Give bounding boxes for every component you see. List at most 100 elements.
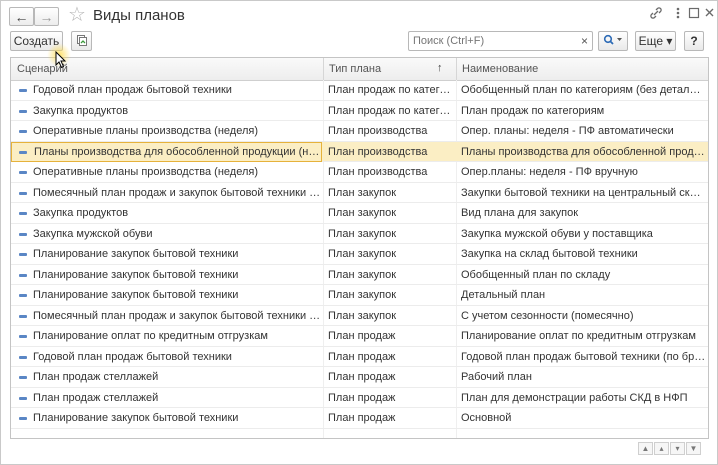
star-icon[interactable]: ☆ bbox=[68, 4, 86, 26]
cell-scenario: Годовой план продаж бытовой техники bbox=[33, 350, 232, 363]
table-row[interactable]: Годовой план продаж бытовой техники План … bbox=[11, 80, 708, 101]
cell-scenario: Помесячный план продаж и закупок бытовой… bbox=[33, 309, 321, 322]
clear-search-icon[interactable]: × bbox=[581, 34, 588, 48]
find-button[interactable] bbox=[598, 31, 628, 51]
cell-name: Обобщенный план по категориям (без детал… bbox=[461, 84, 706, 96]
more-button-label: Еще ▾ bbox=[638, 34, 673, 48]
last-page-button[interactable]: ▼ bbox=[686, 442, 701, 455]
cell-name: Планы производства для обособленной прод… bbox=[461, 145, 706, 158]
search-input[interactable] bbox=[411, 33, 575, 49]
row-item-icon bbox=[19, 89, 27, 92]
table-row[interactable]: Планирование закупок бытовой техники План… bbox=[11, 265, 708, 285]
arrow-right-icon: → bbox=[39, 8, 54, 25]
cell-plan-type: План закупок bbox=[328, 207, 397, 219]
cell-scenario: План продаж стеллажей bbox=[33, 371, 159, 383]
cell-plan-type: План закупок bbox=[328, 186, 397, 199]
cell-scenario: Планирование закупок бытовой техники bbox=[33, 268, 239, 281]
table-row[interactable]: Оперативные планы производства (неделя) П… bbox=[11, 121, 708, 142]
cell-plan-type: План закупок bbox=[328, 268, 397, 281]
cell-name: Обобщенный план по складу bbox=[461, 268, 611, 281]
row-item-icon bbox=[19, 253, 27, 256]
cell-name: Вид плана для закупок bbox=[461, 207, 579, 219]
cell-plan-type: План производства bbox=[328, 166, 428, 178]
cell-scenario: Планирование закупок бытовой техники bbox=[33, 412, 239, 424]
more-button[interactable]: Еще ▾ bbox=[635, 31, 676, 51]
first-page-icon: ▲ bbox=[641, 443, 650, 453]
cell-scenario: Оперативные планы производства (неделя) bbox=[33, 125, 258, 137]
next-page-button[interactable]: ▾ bbox=[670, 442, 685, 455]
table-row[interactable]: Помесячный план продаж и закупок бытовой… bbox=[11, 183, 708, 203]
last-page-icon: ▼ bbox=[689, 443, 698, 453]
title-bar: ← → ☆ Виды планов bbox=[1, 1, 717, 31]
back-button[interactable]: ← bbox=[9, 7, 34, 26]
row-item-icon bbox=[19, 232, 27, 236]
copy-button[interactable] bbox=[71, 31, 92, 51]
cell-name: Детальный план bbox=[461, 289, 546, 301]
forward-button[interactable]: → bbox=[34, 7, 59, 26]
cell-plan-type: План продаж bbox=[328, 350, 396, 363]
cell-scenario: План продаж стеллажей bbox=[33, 391, 159, 404]
first-page-button[interactable]: ▲ bbox=[638, 442, 653, 455]
help-button[interactable]: ? bbox=[684, 31, 704, 51]
cell-scenario: Помесячный план продаж и закупок бытовой… bbox=[33, 186, 321, 199]
prev-page-button[interactable]: ▴ bbox=[654, 442, 669, 455]
prev-page-icon: ▴ bbox=[659, 443, 664, 453]
row-item-icon bbox=[19, 191, 27, 195]
cell-scenario: Планирование оплат по кредитным отгрузка… bbox=[33, 330, 268, 342]
table-row[interactable]: План продаж стеллажей План продаж План для… bbox=[11, 388, 708, 408]
row-item-icon bbox=[19, 396, 27, 400]
copy-icon bbox=[76, 34, 88, 49]
maximize-icon[interactable] bbox=[688, 6, 700, 22]
row-item-icon bbox=[19, 294, 27, 297]
row-item-icon bbox=[19, 130, 27, 133]
table-row[interactable]: Оперативные планы производства (неделя) П… bbox=[11, 162, 708, 183]
arrow-left-icon: ← bbox=[14, 8, 29, 25]
row-item-icon bbox=[19, 212, 27, 215]
cell-plan-type: План производства bbox=[328, 125, 428, 137]
table-row[interactable]: Планирование закупок бытовой техники План… bbox=[11, 285, 708, 306]
cell-plan-type: План продаж bbox=[328, 371, 396, 383]
table-row[interactable]: Помесячный план продаж и закупок бытовой… bbox=[11, 306, 708, 326]
row-item-icon bbox=[19, 314, 27, 318]
table-row[interactable]: Закупка мужской обуви План закупок Закупка… bbox=[11, 224, 708, 244]
row-item-icon bbox=[19, 376, 27, 379]
search-icon bbox=[603, 34, 623, 48]
table-row[interactable]: Планы производства для обособленной прод… bbox=[11, 141, 708, 162]
cell-name: Опер.планы: неделя - ПФ вручную bbox=[461, 166, 638, 178]
next-page-icon: ▾ bbox=[675, 443, 680, 453]
row-item-icon bbox=[19, 417, 27, 420]
help-label: ? bbox=[690, 34, 698, 48]
row-item-icon bbox=[19, 171, 27, 174]
cell-plan-type: План продаж bbox=[328, 391, 396, 404]
cell-scenario: Планы производства для обособленной прод… bbox=[11, 141, 322, 162]
cell-name: Закупка на склад бытовой техники bbox=[461, 248, 638, 260]
cell-name: С учетом сезонности (помесячно) bbox=[461, 309, 634, 322]
more-vertical-icon[interactable] bbox=[675, 6, 681, 23]
cell-name: План продаж по категориям bbox=[461, 104, 605, 117]
cell-scenario: Закупка мужской обуви bbox=[33, 227, 153, 240]
cursor-icon bbox=[55, 51, 67, 69]
table-row[interactable]: Планирование закупок бытовой техники План… bbox=[11, 244, 708, 265]
close-icon[interactable] bbox=[704, 6, 715, 22]
table-row[interactable]: План продаж стеллажей План продаж Рабочий … bbox=[11, 367, 708, 388]
cell-name: Основной bbox=[461, 412, 512, 424]
sort-ascending-icon: ↑ bbox=[437, 62, 443, 74]
column-header-name[interactable]: Наименование bbox=[456, 58, 708, 80]
cell-scenario: Годовой план продаж бытовой техники bbox=[33, 84, 232, 96]
table-body: Годовой план продаж бытовой техники План … bbox=[11, 80, 708, 429]
cell-scenario: Планирование закупок бытовой техники bbox=[33, 289, 239, 301]
table-row[interactable]: Закупка продуктов План продаж по категори… bbox=[11, 101, 708, 121]
cell-plan-type: План производства bbox=[328, 145, 428, 158]
table-row[interactable]: Закупка продуктов План закупок Вид плана д… bbox=[11, 203, 708, 224]
cell-name: Закупки бытовой техники на центральный с… bbox=[461, 186, 706, 199]
row-item-icon bbox=[19, 109, 27, 113]
cell-name: Закупка мужской обуви у поставщика bbox=[461, 227, 653, 240]
search-field[interactable]: × bbox=[408, 31, 593, 51]
table-row[interactable]: Планирование закупок бытовой техники План… bbox=[11, 408, 708, 429]
cell-plan-type: План закупок bbox=[328, 289, 397, 301]
table-row[interactable]: Планирование оплат по кредитным отгрузка… bbox=[11, 326, 708, 347]
cell-name: Годовой план продаж бытовой техники (по … bbox=[461, 350, 706, 363]
link-icon[interactable] bbox=[649, 6, 663, 23]
cell-name: Опер. планы: неделя - ПФ автоматически bbox=[461, 125, 674, 137]
table-row[interactable]: Годовой план продаж бытовой техники План … bbox=[11, 347, 708, 367]
